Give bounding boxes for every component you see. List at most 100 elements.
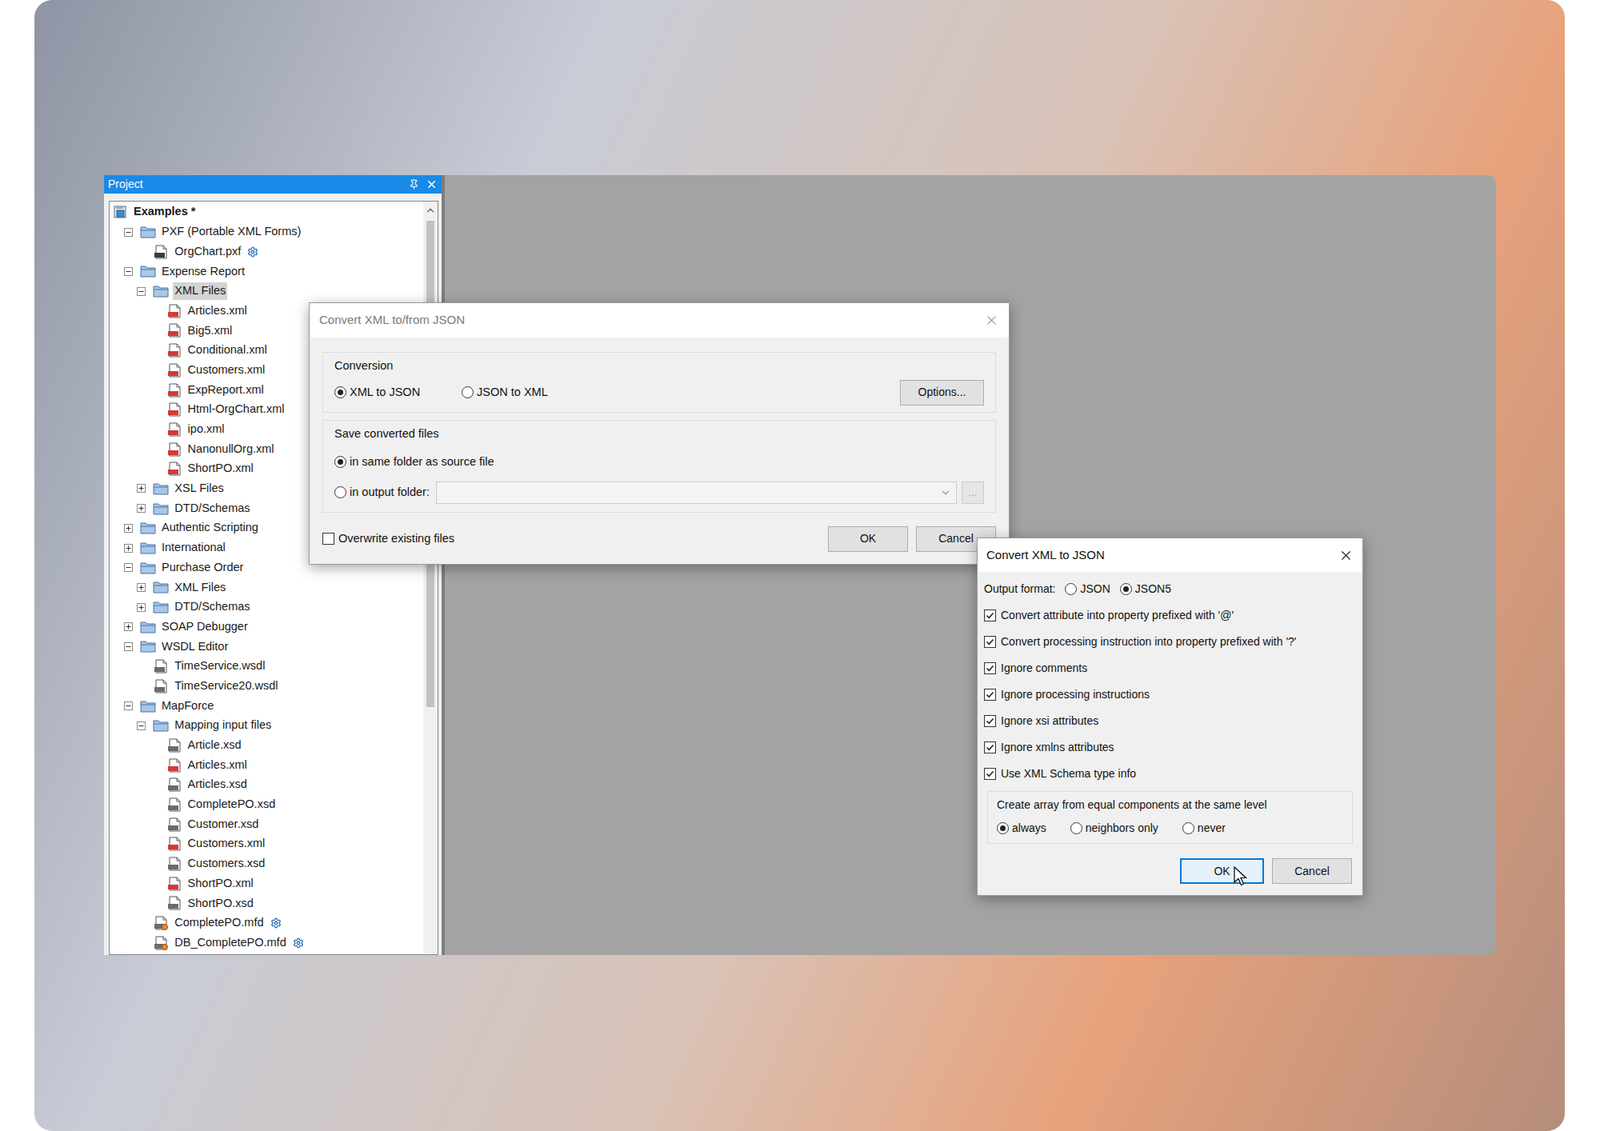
tree-item[interactable]: SOAP Debugger <box>109 616 424 637</box>
array-group: Create array from equal components at th… <box>987 791 1353 844</box>
checkbox[interactable] <box>984 768 996 780</box>
expand-icon[interactable] <box>124 622 133 632</box>
scroll-up-icon[interactable] <box>424 204 436 216</box>
checkbox[interactable] <box>984 662 996 675</box>
radio-option[interactable]: never <box>1182 820 1226 837</box>
tree-item[interactable]: XML Files <box>109 281 424 302</box>
pin-icon[interactable] <box>408 179 420 190</box>
tree-item[interactable]: CompletePO.mfd <box>109 913 424 934</box>
tree-item[interactable]: WSDL Editor <box>109 636 424 657</box>
option-checkbox[interactable]: Ignore comments <box>984 655 1356 682</box>
expander-slot <box>150 439 167 460</box>
checkbox[interactable] <box>984 636 996 648</box>
expand-icon[interactable] <box>136 504 146 513</box>
radio-option[interactable]: JSON to XML <box>461 384 548 402</box>
option-checkbox[interactable]: Ignore xmlns attributes <box>984 734 1356 761</box>
radio-button[interactable] <box>334 486 347 499</box>
radio-option[interactable]: JSON <box>1064 580 1110 598</box>
expander-slot <box>150 795 167 816</box>
tree-item[interactable]: Examples * <box>109 202 424 223</box>
close-icon[interactable] <box>1338 548 1354 564</box>
tree-item[interactable]: ShortPO.xml <box>109 873 424 894</box>
expand-icon[interactable] <box>136 603 146 612</box>
xsd-file-icon <box>166 797 183 812</box>
tree-item[interactable]: MapForce <box>109 696 424 716</box>
options-button[interactable]: Options... <box>900 380 984 406</box>
check-icon <box>985 743 995 752</box>
collapse-icon[interactable] <box>124 701 133 711</box>
radio-button[interactable] <box>1120 583 1132 596</box>
collapse-icon[interactable] <box>136 721 146 731</box>
checkbox[interactable] <box>322 532 335 545</box>
radio-option[interactable]: neighbors only <box>1070 820 1159 837</box>
tree-item[interactable]: OrgChart.pxf <box>109 241 424 262</box>
tree-item[interactable]: XML Files <box>109 577 424 598</box>
tree-item[interactable]: DB_CompletePO.mfd <box>109 932 424 953</box>
radio-button[interactable] <box>334 456 347 468</box>
tree-item[interactable]: DTD/Schemas <box>109 597 424 618</box>
tree-item[interactable]: Mapping input files <box>109 716 424 736</box>
checkbox[interactable] <box>984 609 996 622</box>
radio-dot <box>1123 586 1129 592</box>
wsdl-file-icon <box>152 679 169 694</box>
config-badge-icon <box>292 937 304 949</box>
close-icon[interactable] <box>425 178 438 191</box>
option-checkbox[interactable]: Ignore processing instructions <box>984 681 1356 708</box>
checkbox[interactable] <box>984 688 996 701</box>
tree-item[interactable]: Articles.xsd <box>109 775 424 796</box>
radio-button[interactable] <box>1070 822 1083 835</box>
radio-button[interactable] <box>461 386 474 399</box>
radio-option[interactable]: JSON5 <box>1120 580 1172 598</box>
expander-slot <box>136 479 153 500</box>
collapse-icon[interactable] <box>124 267 133 276</box>
collapse-icon[interactable] <box>124 563 133 572</box>
dialog-button[interactable]: Cancel <box>1272 858 1352 884</box>
tree-item[interactable]: Customers.xsd <box>109 854 424 875</box>
tree-item-label: CompletePO.mfd <box>172 914 265 932</box>
tree-item[interactable]: Customers.xml <box>109 834 424 855</box>
tree-item-label: Customers.xml <box>186 361 268 380</box>
tree-item-label: ShortPO.xml <box>186 460 256 478</box>
panel-title-bar: Project <box>104 175 442 194</box>
radio-option[interactable]: in output folder: <box>334 484 430 502</box>
tree-item[interactable]: CompletePO.xsd <box>109 795 424 816</box>
checkbox[interactable] <box>984 741 996 754</box>
radio-option[interactable]: XML to JSON <box>334 384 420 402</box>
collapse-icon[interactable] <box>124 228 133 237</box>
radio-button[interactable] <box>996 822 1009 835</box>
expand-icon[interactable] <box>136 583 146 592</box>
tree-item[interactable]: TimeService.wsdl <box>109 656 424 677</box>
checkbox[interactable] <box>984 715 996 728</box>
xsd-file-icon <box>166 738 183 753</box>
option-checkbox[interactable]: Convert processing instruction into prop… <box>984 628 1356 656</box>
overwrite-checkbox[interactable]: Overwrite existing files <box>322 530 828 548</box>
radio-button[interactable] <box>1064 583 1077 596</box>
option-checkbox[interactable]: Convert attribute into property prefixed… <box>984 602 1356 629</box>
tree-item-label: DTD/Schemas <box>172 500 252 518</box>
close-icon[interactable] <box>984 312 1000 328</box>
radio-button[interactable] <box>1182 822 1195 835</box>
tree-item[interactable]: Expense Report <box>109 261 424 282</box>
radio-option[interactable]: always <box>996 820 1047 837</box>
tree-item[interactable]: Customer.xsd <box>109 814 424 835</box>
tree-item[interactable]: Article.xsd <box>109 736 424 756</box>
tree-item[interactable]: ShortPO.xsd <box>109 893 424 914</box>
collapse-icon[interactable] <box>124 642 133 652</box>
option-checkbox[interactable]: Ignore xsi attributes <box>984 708 1356 735</box>
expand-icon[interactable] <box>136 484 146 493</box>
dialog-title-bar: Convert XML to/from JSON <box>309 303 1009 338</box>
radio-button[interactable] <box>334 386 347 399</box>
browse-button[interactable]: ... <box>961 481 984 504</box>
expand-icon[interactable] <box>124 544 133 553</box>
expand-icon[interactable] <box>124 524 133 533</box>
tree-item[interactable]: Articles.xml <box>109 755 424 776</box>
dialog-button[interactable]: OK <box>1180 858 1264 884</box>
xsd-file-icon <box>166 777 183 792</box>
tree-item[interactable]: TimeService20.wsdl <box>109 676 424 697</box>
tree-item[interactable]: PXF (Portable XML Forms) <box>109 222 424 243</box>
radio-option[interactable]: in same folder as source file <box>334 453 495 472</box>
collapse-icon[interactable] <box>136 287 146 296</box>
option-checkbox[interactable]: Use XML Schema type info <box>984 760 1356 788</box>
tree-item-label: XML Files <box>172 282 228 300</box>
dialog-button[interactable]: OK <box>828 526 908 552</box>
